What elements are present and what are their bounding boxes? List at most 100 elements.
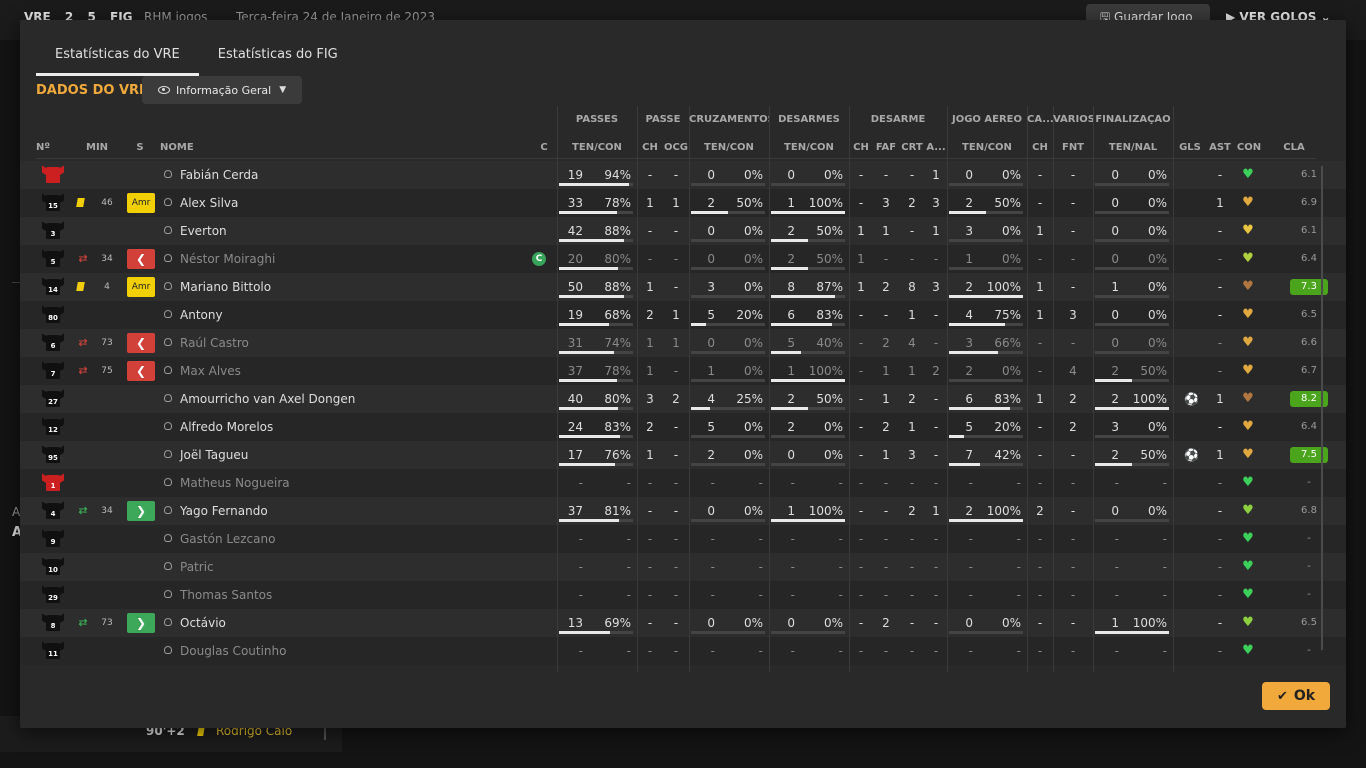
column-header-cruz-tc[interactable]: TEN/CON — [689, 142, 769, 153]
view-dropdown[interactable]: Informação Geral ▼ — [142, 76, 302, 104]
player-name: Everton — [180, 224, 227, 238]
sub-out-icon: ⇄ — [78, 252, 88, 265]
ok-button[interactable]: ✔ Ok — [1262, 682, 1330, 710]
minutes: 73 — [101, 618, 113, 628]
various-fnt: - — [1070, 644, 1076, 658]
column-header-min[interactable]: MIN — [86, 142, 108, 153]
ca-ch: - — [1037, 420, 1043, 434]
passes-bar-fill — [559, 267, 619, 270]
table-row[interactable]: 10 Patric - - - - - - - - - - - - - - - - - - - ♥ - — [20, 553, 1346, 581]
column-header-var-fnt[interactable]: FNT — [1053, 142, 1093, 153]
tackle-crt: - — [909, 560, 915, 574]
various-fnt: - — [1070, 280, 1076, 294]
tackles-bar-fill — [771, 239, 808, 242]
table-row[interactable]: 4 ⇄ 34 ❯ Yago Fernando 37 81% - -0 0% 1 100% - -2 1 2 10… — [20, 497, 1346, 525]
column-header-ast[interactable]: AST — [1207, 142, 1233, 153]
column-header-passe-ch[interactable]: CH — [637, 142, 663, 153]
table-row[interactable]: 27 Amourricho van Axel Dongen 40 80% 3 2 4 25% 2… — [20, 385, 1346, 413]
tab-home-stats[interactable]: Estatísticas do VRE — [36, 40, 199, 76]
various-fnt: 4 — [1069, 364, 1077, 378]
column-header-cla[interactable]: CLA — [1276, 142, 1312, 153]
aerial-bar-track — [949, 631, 1023, 634]
table-row[interactable]: 7 ⇄ 75 ❮ Max Alves 37 78% 1-1 0% 1 100% -1 1 2 2 0% -4 2 5… — [20, 357, 1346, 385]
table-row[interactable]: 9 Gastón Lezcano - - - - - - - - - - - - - - - - - - - ♥ - — [20, 525, 1346, 553]
column-header-passe-ocg[interactable]: OCG — [663, 142, 689, 153]
table-row[interactable]: 29 Thomas Santos - - - - - - - - - - - - - - - - - - - ♥ - — [20, 581, 1346, 609]
table-body: Fabián Cerda 19 94% - -0 0% 0 0% - - -1 0 0% - -0 0% - ♥ 6… — [20, 161, 1346, 665]
pass-ocg: - — [673, 448, 679, 462]
shirt-number: 8 — [50, 622, 56, 630]
passes-percent: - — [626, 560, 631, 574]
pass-ocg: - — [673, 644, 679, 658]
column-header-fin-tn[interactable]: TEN/NAL — [1093, 142, 1173, 153]
table-row[interactable]: 3 Everton 42 88% - -0 0% 2 50% 1 1-1 3 0% 1-0 0% - ♥ 6.1 — [20, 217, 1346, 245]
various-fnt: - — [1070, 616, 1076, 630]
player-name: Octávio — [180, 616, 226, 630]
column-header-dsm-ch[interactable]: CH — [849, 142, 873, 153]
minutes — [98, 413, 116, 441]
column-header-c[interactable]: C — [536, 142, 552, 153]
shirt-number: 6 — [50, 342, 56, 350]
subbed-off-badge: ❮ — [127, 249, 155, 269]
column-header-dsm-a[interactable]: A... — [925, 142, 947, 153]
table-row[interactable]: 95 Joël Tagueu 17 76% 1-2 0% 0 0% -1 3-7 42% - -2 50%… — [20, 441, 1346, 469]
subbed-off-badge: ❮ — [127, 361, 155, 381]
various-fnt: - — [1070, 336, 1076, 350]
table-row[interactable]: 8 ⇄ 73 ❯ Octávio 13 69% - -0 0% 0 0% -2- -0 0% - -1 100% -… — [20, 609, 1346, 637]
pass-ocg: - — [673, 280, 679, 294]
table-row[interactable]: 6 ⇄ 73 ❮ Raúl Castro 31 74% 1 1 0 0% 5 40% -2 4-3 66% - -… — [20, 329, 1346, 357]
shirt-icon: 10 — [43, 557, 63, 577]
tackle-faf: 1 — [882, 392, 890, 406]
column-header-dsm-crt[interactable]: CRT — [899, 142, 925, 153]
aerial-attempts: - — [968, 588, 973, 602]
scrollbar[interactable] — [1321, 166, 1323, 650]
column-header-dsm-faf[interactable]: FAF — [873, 142, 899, 153]
column-header-des-tc[interactable]: TEN/CON — [769, 142, 849, 153]
column-header-passes-tc[interactable]: TEN/CON — [557, 142, 637, 153]
various-fnt: - — [1070, 224, 1076, 238]
crosses-attempts: - — [710, 532, 715, 546]
aerial-percent: - — [1016, 644, 1021, 658]
table-row[interactable]: 11 Douglas Coutinho - - - - - - - - - - - - - - - - - - - ♥ - — [20, 637, 1346, 665]
ca-ch: - — [1037, 532, 1043, 546]
table-row[interactable]: 1 Matheus Nogueira - - - - - - - - - - - - - - - - - - - ♥ - — [20, 469, 1346, 497]
passes-bar-fill — [559, 351, 614, 354]
table-row[interactable]: Fabián Cerda 19 94% - -0 0% 0 0% - - -1 0 0% - -0 0% - ♥ 6… — [20, 161, 1346, 189]
tab-away-stats[interactable]: Estatísticas do FIG — [199, 40, 357, 76]
person-icon — [163, 506, 173, 516]
shots-attempts: - — [1114, 588, 1119, 602]
chevron-down-icon: ▼ — [279, 85, 287, 95]
column-header-con[interactable]: CON — [1234, 142, 1264, 153]
shirt-number: 29 — [48, 594, 58, 602]
table-row[interactable]: 15 46 Amr Alex Silva 33 78% 1 1 2 50% 1 100% -3 2 3 2 50… — [20, 189, 1346, 217]
group-header: CA... — [1027, 114, 1053, 125]
tackle-a: - — [933, 476, 939, 490]
table-row[interactable]: 80 Antony 19 68% 2 1 5 20% 6 83% - -1-4 75% 1 3 0 0% - ♥ 6.… — [20, 301, 1346, 329]
column-header-num[interactable]: Nº — [36, 142, 56, 153]
minutes: 46 — [101, 198, 113, 208]
tackle-ch: - — [858, 308, 864, 322]
heart-icon: ♥ — [1242, 335, 1254, 350]
passes-attempts: - — [578, 588, 583, 602]
tackles-percent: - — [838, 588, 843, 602]
table-row[interactable]: 12 Alfredo Morelos 24 83% 2-5 0% 2 0% -2 1-5 20% -2… — [20, 413, 1346, 441]
shots-bar-track — [1095, 211, 1169, 214]
tackle-faf: 3 — [882, 196, 890, 210]
column-header-s[interactable]: S — [132, 142, 148, 153]
tackle-faf: - — [883, 308, 889, 322]
aerial-percent: - — [1016, 560, 1021, 574]
various-fnt: - — [1070, 196, 1076, 210]
column-header-nome[interactable]: NOME — [160, 142, 220, 153]
table-row[interactable]: 14 4 Amr Mariano Bittolo 50 88% 1-3 0% 8 87% 1 2 8 3 2… — [20, 273, 1346, 301]
table-row[interactable]: 5 ⇄ 34 ❮ Néstor Moiraghi C 20 80% - -0 0% 2 50% 1- - -1… — [20, 245, 1346, 273]
column-header-ca-ch[interactable]: CH — [1027, 142, 1053, 153]
heart-icon: ♥ — [1242, 307, 1254, 322]
tackle-a: 3 — [932, 196, 940, 210]
tackle-ch: - — [858, 420, 864, 434]
tackle-ch: - — [858, 336, 864, 350]
shirt-icon: 5 — [43, 249, 63, 269]
pass-ocg: - — [673, 532, 679, 546]
column-header-aer-tc[interactable]: TEN/CON — [947, 142, 1027, 153]
tackles-attempts: - — [790, 532, 795, 546]
column-header-gls[interactable]: GLS — [1175, 142, 1205, 153]
